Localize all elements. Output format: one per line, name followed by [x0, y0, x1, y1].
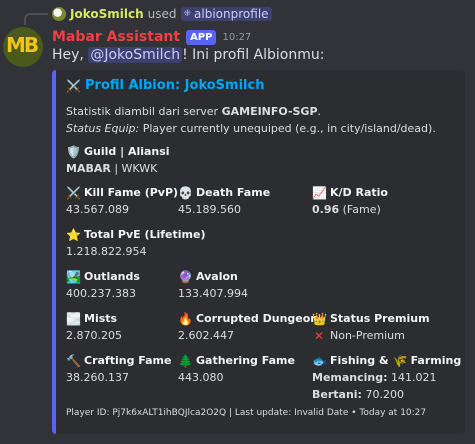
- fish-icon: 🐟: [312, 353, 327, 368]
- fire-icon: 🔥: [178, 311, 193, 326]
- hammer-icon: 🔨: [66, 353, 81, 368]
- chart-increasing-icon: 📈: [312, 185, 327, 200]
- embed-title-text: Profil Albion: JokoSmilch: [85, 78, 265, 93]
- field-corrupted-dungeon: 🔥 Corrupted Dungeon 2.602.447: [178, 310, 318, 344]
- status-equip-value: Player currently unequiped (e.g., in cit…: [139, 122, 436, 135]
- field-gathering-fame: 🌲 Gathering Fame 443.080: [178, 352, 295, 386]
- reply-context[interactable]: JokoSmilch used ⁜ albionprofile: [52, 5, 272, 23]
- field-total-pve: ⭐ Total PvE (Lifetime) 1.218.822.954: [66, 226, 206, 260]
- field-kill-fame-name: Kill Fame (PvP): [84, 186, 179, 199]
- fishing-value: 141.021: [387, 371, 437, 384]
- field-kd-ratio: 📈 K/D Ratio 0.96 (Fame): [312, 184, 388, 218]
- crossed-swords-icon: ⚔️: [66, 185, 81, 200]
- slash-command[interactable]: ⁜ albionprofile: [180, 7, 272, 21]
- fishing-label: Memancing:: [312, 371, 388, 384]
- user-mention[interactable]: @JokoSmilch: [88, 47, 183, 63]
- field-outlands-name: Outlands: [84, 270, 140, 283]
- guild-name: MABAR: [66, 162, 111, 175]
- crossed-swords-icon: ⚔️: [66, 78, 81, 93]
- bot-avatar[interactable]: MB: [3, 27, 43, 67]
- field-kill-fame: ⚔️ Kill Fame (PvP) 43.567.089: [66, 184, 178, 218]
- outlands-value: 400.237.383: [66, 287, 136, 300]
- embed-footer: Player ID: Pj7k6xALT1ihBQJlca2O2Q | Last…: [66, 408, 427, 418]
- user-avatar-small[interactable]: [52, 7, 66, 21]
- field-fishing-farming: 🐟 Fishing & 🌾 Farming Memancing: 141.021 Be…: [312, 352, 461, 403]
- field-mists: 🌫️ Mists 2.870.205: [66, 310, 122, 344]
- field-outlands: 🏞️ Outlands 400.237.383: [66, 268, 140, 302]
- shield-icon: 🛡️: [66, 144, 81, 159]
- app-badge: APP: [186, 29, 217, 45]
- embed-description: Statistik diambil dari server GAMEINFO-S…: [66, 103, 436, 137]
- field-death-fame-name: Death Fame: [196, 186, 271, 199]
- field-gathering-name: Gathering Fame: [196, 354, 295, 367]
- message-content: Hey, @JokoSmilch! Ini profil Albionmu:: [52, 47, 324, 63]
- field-avalon-name: Avalon: [196, 270, 238, 283]
- field-corrupted-name: Corrupted Dungeon: [196, 312, 319, 325]
- kill-fame-value: 43.567.089: [66, 203, 129, 216]
- field-fishing-name: Fishing &: [330, 354, 389, 367]
- farming-label: Bertani:: [312, 388, 362, 401]
- command-icon: ⁜: [183, 9, 192, 19]
- field-farming-name: Farming: [410, 354, 462, 367]
- gathering-value: 443.080: [178, 371, 224, 384]
- greeting-suffix: ! Ini profil Albionmu:: [182, 47, 325, 63]
- field-kd-ratio-name: K/D Ratio: [330, 186, 388, 199]
- message-timestamp[interactable]: 10:27: [222, 32, 251, 43]
- greeting-prefix: Hey,: [52, 47, 89, 63]
- crystal-ball-icon: 🔮: [178, 269, 193, 284]
- field-total-pve-name: Total PvE (Lifetime): [84, 228, 206, 241]
- field-death-fame: 💀 Death Fame 45.189.560: [178, 184, 270, 218]
- server-name: GAMEINFO-SGP: [221, 105, 318, 118]
- avalon-value: 133.407.994: [178, 287, 248, 300]
- bot-avatar-logo: MB: [6, 33, 39, 57]
- premium-value: Non-Premium: [330, 329, 405, 342]
- crafting-value: 38.260.137: [66, 371, 129, 384]
- farming-value: 70.200: [361, 388, 404, 401]
- kd-ratio-value: 0.96: [312, 203, 340, 216]
- field-guild: 🛡️ Guild | Aliansi MABAR | WKWK: [66, 143, 170, 177]
- star-icon: ⭐: [66, 227, 81, 242]
- reply-connector: [24, 13, 48, 25]
- total-pve-value: 1.218.822.954: [66, 245, 147, 258]
- reply-used-text: used: [147, 7, 177, 21]
- command-name: albionprofile: [194, 7, 269, 21]
- desc-suffix: .: [317, 105, 322, 118]
- message-header: Mabar Assistant APP 10:27: [52, 27, 251, 47]
- evergreen-tree-icon: 🌲: [178, 353, 193, 368]
- wheat-icon: 🌾: [392, 353, 408, 368]
- skull-icon: 💀: [178, 185, 193, 200]
- desc-prefix: Statistik diambil dari server: [66, 105, 222, 118]
- mists-value: 2.870.205: [66, 329, 122, 342]
- reply-username[interactable]: JokoSmilch: [70, 7, 144, 21]
- death-fame-value: 45.189.560: [178, 203, 241, 216]
- field-mists-name: Mists: [84, 312, 118, 325]
- crown-icon: 👑: [312, 311, 327, 326]
- field-guild-name: Guild | Aliansi: [84, 145, 170, 158]
- embed-title: ⚔️ Profil Albion: JokoSmilch: [66, 78, 264, 93]
- field-crafting-name: Crafting Fame: [84, 354, 172, 367]
- corrupted-value: 2.602.447: [178, 329, 234, 342]
- field-avalon: 🔮 Avalon 133.407.994: [178, 268, 248, 302]
- field-crafting-fame: 🔨 Crafting Fame 38.260.137: [66, 352, 171, 386]
- alliance-name: | WKWK: [110, 162, 158, 175]
- kd-ratio-unit: (Fame): [339, 203, 381, 216]
- status-equip-label: Status Equip:: [66, 122, 140, 135]
- fog-icon: 🌫️: [66, 311, 81, 326]
- field-status-premium: 👑 Status Premium ✕ Non-Premium: [312, 310, 430, 344]
- cross-mark-icon: ✕: [313, 328, 325, 343]
- profile-embed: ⚔️ Profil Albion: JokoSmilch Statistik d…: [52, 70, 465, 434]
- bot-username[interactable]: Mabar Assistant: [52, 29, 180, 45]
- landscape-icon: 🏞️: [66, 269, 81, 284]
- field-premium-name: Status Premium: [330, 312, 430, 325]
